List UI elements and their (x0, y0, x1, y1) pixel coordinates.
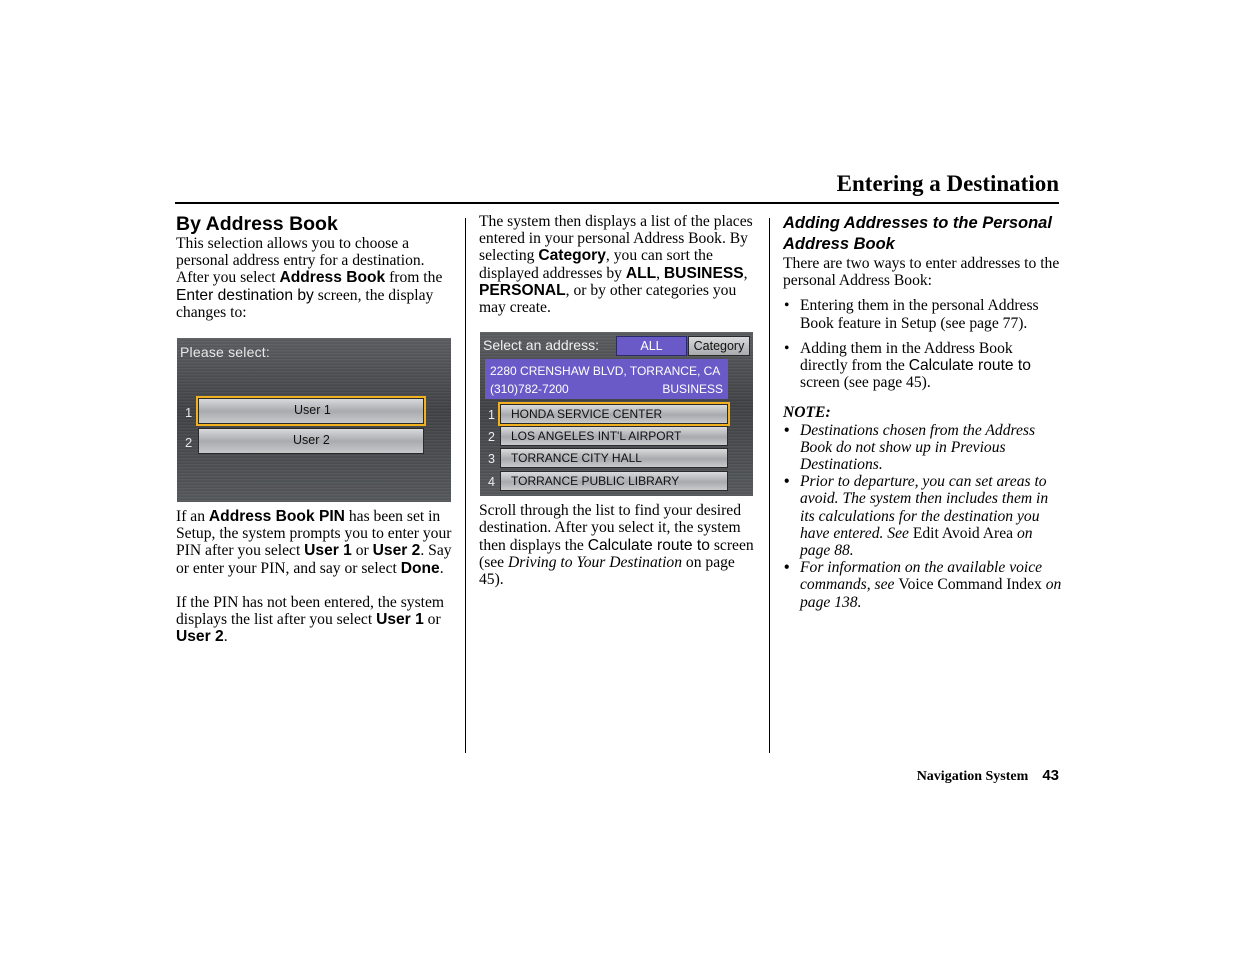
option-number: 2 (185, 435, 193, 451)
column-divider (769, 218, 770, 753)
column-2: The system then displays a list of the p… (479, 213, 761, 588)
note-item: • For information on the available voice … (783, 559, 1063, 611)
bold-term: User 1 (304, 542, 352, 560)
note-label: NOTE: (783, 404, 831, 422)
bullet-icon: • (784, 421, 790, 439)
bold-term: Done (400, 559, 440, 577)
scroll-paragraph: Scroll through the list to find your des… (479, 502, 761, 588)
text: . (223, 628, 228, 646)
note-list: • Destinations chosen from the Address Bo… (783, 422, 1063, 611)
tab-category[interactable]: Category (688, 336, 750, 357)
intro-paragraph: There are two ways to enter addresses to… (783, 255, 1060, 290)
page-number: 43 (1042, 767, 1059, 784)
text: Destinations chosen from the Address Boo… (800, 421, 1036, 474)
item-number: 3 (488, 452, 495, 467)
list-item: • Adding them in the Address Book directl… (783, 340, 1063, 392)
page-footer: Navigation System 43 (917, 767, 1059, 785)
cross-reference: Voice Command Index (898, 576, 1042, 594)
bold-term: PERSONAL (479, 281, 566, 299)
cross-reference: Edit Avoid Area (912, 524, 1014, 542)
bold-term: Category (538, 247, 606, 265)
text: Entering them in the personal Address Bo… (800, 297, 1039, 332)
bold-term: ALL (625, 264, 657, 282)
user-select-screenshot: Please select: 1 User 1 2 User 2 (177, 338, 451, 503)
info-category: BUSINESS (662, 382, 723, 397)
address-item[interactable]: TORRANCE CITY HALL (500, 448, 728, 469)
note-item: • Prior to departure, you can set areas t… (783, 473, 1063, 559)
footer-label: Navigation System (916, 769, 1029, 784)
button-label: User 2 (293, 433, 330, 448)
subsection-heading: Adding Addresses to the Personal Address… (783, 214, 1052, 253)
bold-term: Address Book PIN (208, 508, 345, 526)
address-info-box: 2280 CRENSHAW BLVD, TORRANCE, CA (310)78… (485, 359, 728, 400)
column-1: By Address Book This selection allows yo… (176, 213, 458, 645)
text: or (351, 542, 373, 560)
screen-name: Calculate route to (908, 357, 1031, 375)
text: . (439, 559, 444, 577)
item-number: 4 (488, 475, 495, 490)
text: , (743, 264, 748, 282)
user-1-button[interactable]: User 1 (196, 396, 426, 427)
title-rule (175, 202, 1059, 204)
item-number: 1 (488, 408, 495, 423)
bullet-list: • Entering them in the personal Address B… (783, 297, 1063, 391)
list-item: • Entering them in the personal Address B… (783, 297, 1063, 331)
page-title: Entering a Destination (836, 171, 1059, 196)
text: from the (385, 269, 443, 287)
text: , (656, 264, 664, 282)
tab-all[interactable]: ALL (616, 336, 687, 357)
user-2-button[interactable]: User 2 (198, 428, 424, 455)
bold-term: BUSINESS (663, 264, 744, 282)
bold-term: User 2 (372, 542, 421, 560)
address-item[interactable]: TORRANCE PUBLIC LIBRARY (500, 471, 728, 492)
button-label: User 1 (294, 403, 331, 418)
bold-term: Address Book (279, 269, 386, 287)
text: If an (176, 508, 209, 526)
address-item[interactable]: HONDA SERVICE CENTER (498, 402, 730, 427)
pin-paragraph: If an Address Book PIN has been set in S… (176, 508, 458, 577)
bullet-icon: • (784, 339, 790, 357)
item-number: 2 (488, 430, 495, 445)
bullet-icon: • (784, 297, 790, 315)
screen-name: Calculate route to (587, 536, 710, 554)
screen-title: Please select: (180, 344, 270, 361)
text: screen (see page 45). (800, 374, 931, 392)
intro-paragraph: This selection allows you to choose a pe… (176, 235, 458, 321)
info-phone: (310)782-7200 (490, 382, 569, 397)
bold-term: User 1 (376, 611, 424, 629)
section-heading: By Address Book (176, 213, 338, 235)
screen-title: Select an address: (483, 337, 599, 354)
column-3: Adding Addresses to the Personal Address… (783, 213, 1063, 611)
screen-name: Enter destination by (176, 286, 314, 304)
no-pin-paragraph: If the PIN has not been entered, the sys… (176, 594, 458, 646)
cross-reference: Driving to Your Destination (508, 553, 683, 571)
info-address: 2280 CRENSHAW BLVD, TORRANCE, CA (490, 364, 721, 379)
bullet-icon: • (784, 473, 790, 491)
note-item: • Destinations chosen from the Address Bo… (783, 422, 1063, 474)
list-paragraph: The system then displays a list of the p… (479, 213, 761, 316)
address-item[interactable]: LOS ANGELES INT'L AIRPORT (500, 426, 728, 447)
bullet-icon: • (784, 559, 790, 577)
column-divider (465, 218, 466, 753)
text: or (423, 611, 441, 629)
option-number: 1 (185, 405, 193, 421)
address-list-screenshot: Select an address: ALL Category 2280 CRE… (480, 332, 753, 497)
bold-term: User 2 (176, 628, 224, 646)
